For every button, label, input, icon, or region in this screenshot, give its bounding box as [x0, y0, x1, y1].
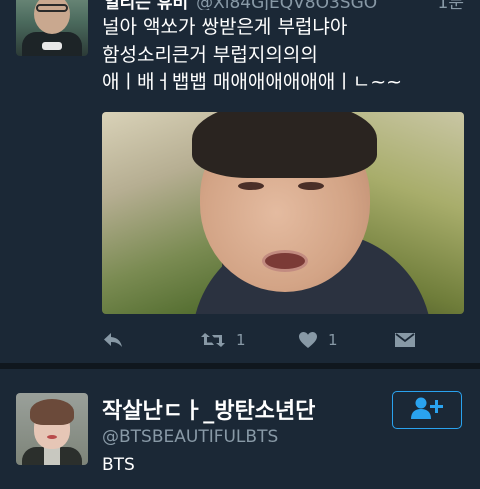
- avatar-name-tag: [42, 42, 62, 50]
- reply-icon: [102, 331, 124, 349]
- avatar-collar: [44, 447, 60, 465]
- avatar-lips: [47, 435, 57, 439]
- avatar-glasses: [36, 4, 68, 12]
- follow-button[interactable]: [392, 391, 462, 429]
- direct-message-button[interactable]: [394, 328, 416, 352]
- author-handle[interactable]: @Xl84GjEQV8O3SGO: [196, 0, 377, 10]
- media-hair: [192, 112, 377, 178]
- reply-button[interactable]: [102, 328, 124, 352]
- user-name[interactable]: 작살난ㄷㅏ_방탄소년단: [102, 393, 315, 425]
- retweet-count: 1: [236, 331, 246, 349]
- tweet[interactable]: 일리는 휴비 @Xl84GjEQV8O3SGO 1분 널아 액쏘가 쌍받은게 부럽…: [0, 0, 480, 362]
- add-user-icon: [410, 396, 444, 424]
- media-mouth: [262, 250, 308, 272]
- direct-message-icon: [394, 331, 416, 349]
- tweet-media-gif[interactable]: [102, 112, 464, 314]
- author-name[interactable]: 일리는 휴비: [104, 0, 188, 10]
- heart-icon: [298, 331, 318, 349]
- user-handle: @BTSBEAUTIFULBTS: [102, 427, 279, 447]
- user-bio: BTS: [102, 455, 135, 475]
- user-card[interactable]: 작살난ㄷㅏ_방탄소년단 @BTSBEAUTIFULBTS BTS: [0, 369, 480, 489]
- like-count: 1: [328, 331, 338, 349]
- tweet-actions: 1 1: [102, 328, 474, 352]
- like-button[interactable]: 1: [298, 328, 338, 352]
- retweet-button[interactable]: 1: [200, 328, 246, 352]
- tweet-text: 널아 액쏘가 쌍받은게 부럽냐아 함성소리큰거 부럽지의의의 애ㅣ배ㅓ뱁뱁 매애…: [102, 16, 403, 93]
- media-eye-right: [298, 182, 324, 190]
- retweet-icon: [200, 331, 226, 349]
- author-avatar[interactable]: [16, 0, 88, 56]
- avatar-hair: [30, 399, 74, 425]
- tweet-time: 1분: [437, 0, 464, 10]
- tweet-header: 일리는 휴비 @Xl84GjEQV8O3SGO 1분: [104, 0, 474, 10]
- media-eye-left: [238, 182, 264, 190]
- user-avatar[interactable]: [16, 393, 88, 465]
